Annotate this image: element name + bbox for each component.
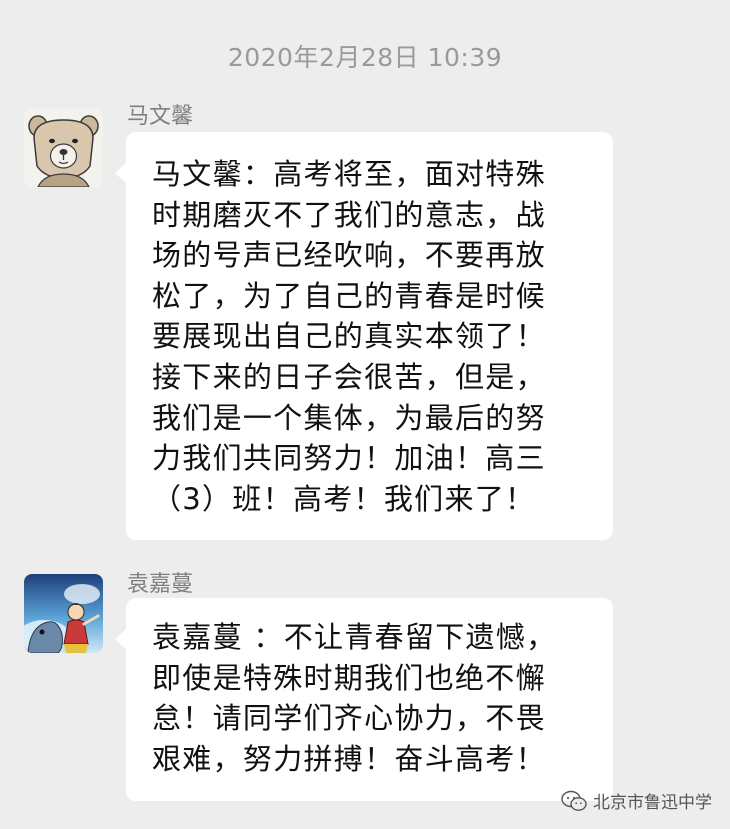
source-watermark: 北京市鲁迅中学 (561, 788, 712, 813)
sender-name: 马文馨 (127, 104, 194, 129)
message-text: 马文馨：高考将至，面对特殊 时期磨灭不了我们的意志，战 场的号声已经吹响，不要再… (152, 157, 546, 516)
message-text: 袁嘉蔓 ：不让青春留下遗憾， 即使是特殊时期我们也绝不懈 怠！请同学们齐心协力，… (152, 620, 557, 776)
cartoon-bear-avatar-icon (24, 108, 103, 187)
sender-name: 袁嘉蔓 (127, 572, 194, 597)
message-bubble[interactable]: 袁嘉蔓 ：不让青春留下遗憾， 即使是特殊时期我们也绝不懈 怠！请同学们齐心协力，… (115, 598, 613, 801)
anime-character-avatar-icon (24, 574, 103, 653)
watermark-text: 北京市鲁迅中学 (593, 793, 712, 813)
message-timestamp: 2020年2月28日 10:39 (227, 43, 503, 72)
message-bubble[interactable]: 马文馨：高考将至，面对特殊 时期磨灭不了我们的意志，战 场的号声已经吹响，不要再… (115, 132, 613, 540)
wechat-icon (561, 790, 587, 811)
sender-avatar[interactable] (24, 574, 103, 653)
sender-avatar[interactable] (24, 108, 103, 187)
